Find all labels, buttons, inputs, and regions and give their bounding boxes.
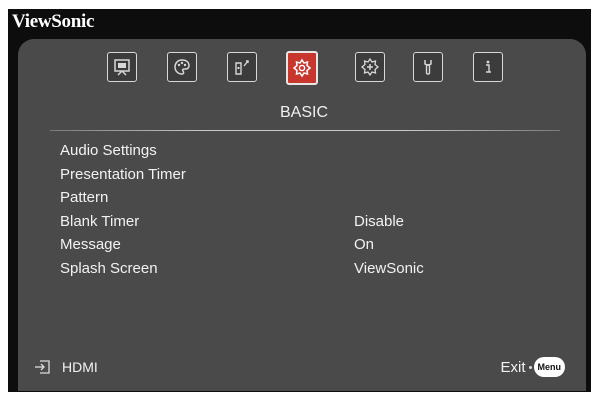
menu-item-label: Audio Settings	[60, 142, 157, 159]
section-title: BASIC	[279, 104, 328, 121]
menu-item-audio-settings[interactable]: Audio Settings	[60, 142, 530, 166]
menu-item-message[interactable]: Message On	[60, 236, 530, 260]
system-tool-icon	[424, 60, 432, 75]
input-source-indicator: HDMI	[34, 359, 98, 375]
tab-system[interactable]	[413, 52, 443, 82]
exit-hint[interactable]: Exit Menu	[500, 357, 565, 377]
input-source-label: HDMI	[62, 359, 98, 375]
menu-item-value: Disable	[354, 212, 405, 230]
image-palette-icon	[174, 59, 190, 75]
menu-item-value: On	[354, 236, 375, 253]
input-source-icon	[35, 360, 50, 374]
menu-item-label: Splash Screen	[60, 259, 158, 277]
advanced-settings-icon	[360, 57, 380, 77]
menu-item-label: Blank Timer	[60, 212, 140, 230]
power-setting-icon	[235, 60, 249, 75]
display-icon	[114, 59, 130, 76]
tab-power[interactable]	[227, 52, 257, 82]
exit-label: Exit	[500, 358, 526, 376]
menu-item-label: Message	[60, 236, 121, 253]
tab-information[interactable]	[473, 52, 503, 82]
basic-settings-icon	[292, 58, 312, 78]
separator-dot	[528, 365, 532, 369]
menu-item-splash-screen[interactable]: Splash Screen ViewSonic	[60, 260, 530, 284]
tab-bar	[0, 51, 593, 100]
information-icon	[486, 60, 491, 73]
menu-item-value: ViewSonic	[354, 259, 424, 277]
menu-item-blank-timer[interactable]: Blank Timer Disable	[60, 213, 530, 237]
tab-basic[interactable]	[286, 51, 318, 85]
menu-item-label: Pattern	[60, 189, 109, 206]
menu-item-presentation-timer[interactable]: Presentation Timer	[60, 166, 530, 190]
tab-display[interactable]	[107, 52, 137, 82]
settings-menu: Audio Settings Presentation Timer Patter…	[60, 142, 530, 283]
menu-item-pattern[interactable]: Pattern	[60, 189, 530, 213]
tab-image[interactable]	[167, 52, 197, 82]
tab-advanced[interactable]	[355, 52, 385, 82]
divider	[50, 130, 560, 131]
brand-logo: ViewSonic	[12, 11, 95, 32]
menu-button-icon[interactable]: Menu	[533, 357, 565, 377]
menu-item-label: Presentation Timer	[60, 165, 186, 183]
